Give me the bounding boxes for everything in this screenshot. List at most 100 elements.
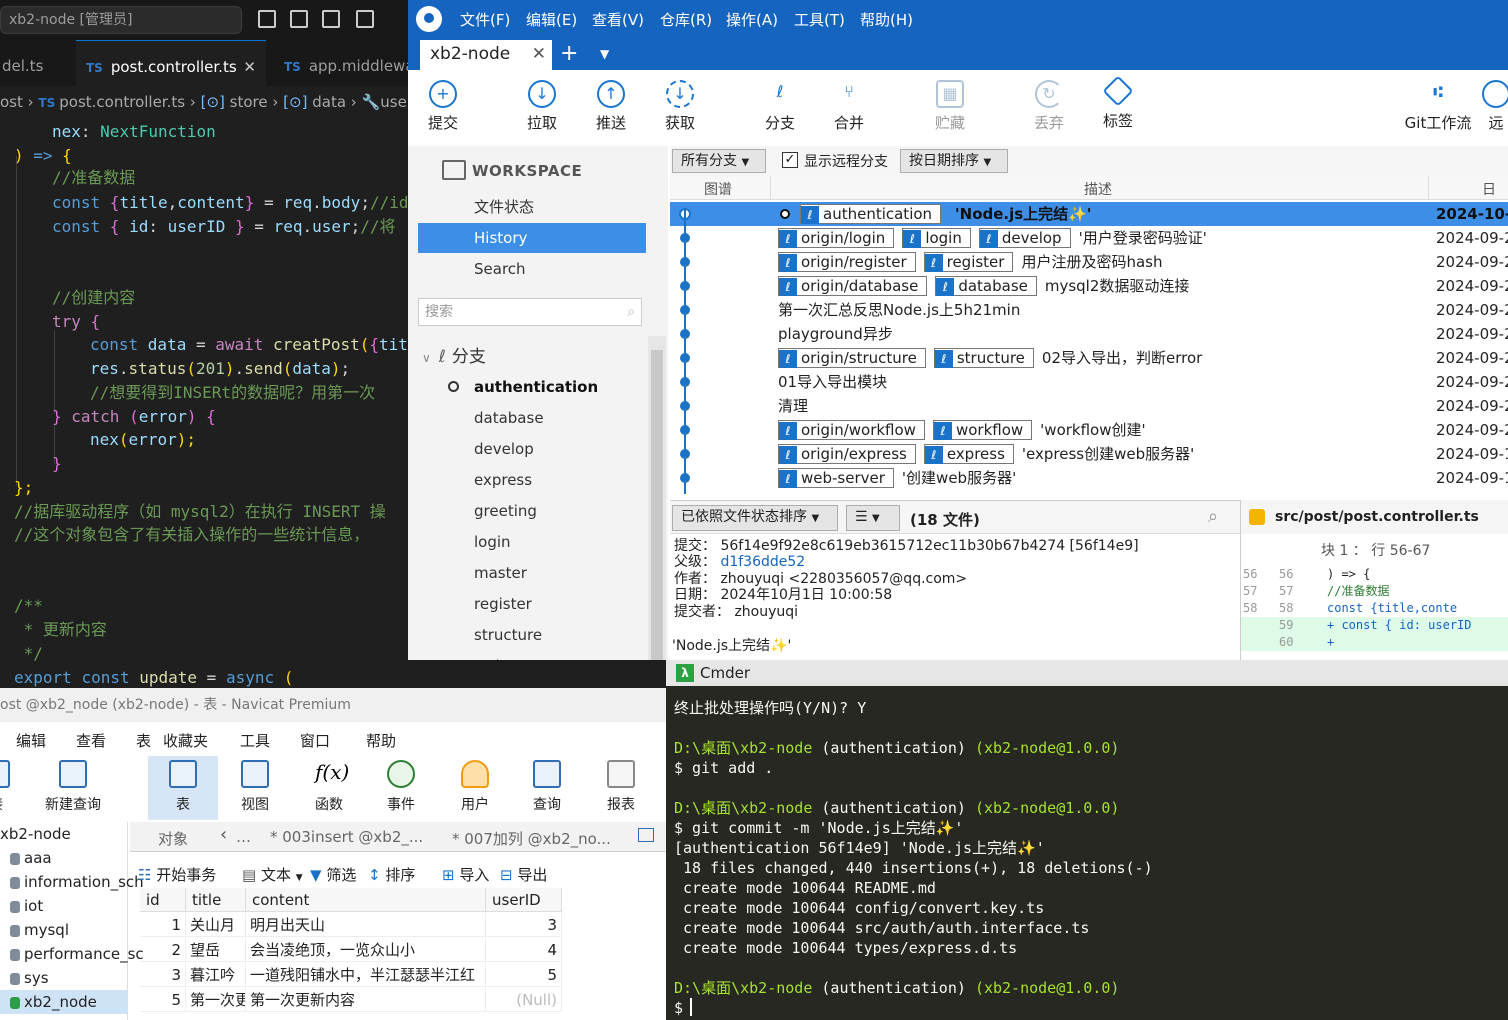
table-cell[interactable]: 3 (486, 913, 562, 937)
branch-label[interactable]: origin/structure (778, 348, 926, 368)
view-mode-dropdown[interactable]: ☰ ▼ (846, 505, 900, 531)
tree-item[interactable]: performance_sc (0, 942, 144, 966)
branch-label[interactable]: login (902, 228, 971, 248)
commit-row[interactable]: 01导入导出模块 2024-09-2 (670, 370, 1508, 394)
git-flow-button[interactable]: ⑆ Git工作流 (1402, 70, 1474, 144)
menu-view[interactable]: 查看 (76, 730, 106, 751)
menu-edit[interactable]: 编辑(E) (526, 0, 577, 40)
branch-label[interactable]: origin/express (778, 444, 916, 464)
export-button[interactable]: ⊟ 导出 (500, 864, 547, 885)
column-header[interactable]: content (246, 888, 486, 912)
commit-row[interactable]: origin/structure structure 02导入导出，判断error 2… (670, 346, 1508, 370)
table-cell[interactable]: 望岳 (186, 938, 246, 962)
branch-item[interactable]: develop (474, 434, 534, 465)
sidebar-item-file-status[interactable]: 文件状态 (418, 192, 646, 222)
commit-row[interactable]: 第一次汇总反思Node.js上5h21min 2024-09-2 (670, 298, 1508, 322)
branch-label[interactable]: structure (933, 348, 1034, 368)
customize-layout-icon[interactable] (356, 10, 374, 28)
branch-item[interactable]: structure (474, 620, 542, 651)
sort-button[interactable]: ↕ 排序 (368, 864, 415, 885)
commit-row[interactable]: 清理 2024-09-2 (670, 394, 1508, 418)
menu-action[interactable]: 操作(A) (726, 0, 778, 40)
search-icon[interactable]: ⌕ (1208, 506, 1218, 527)
code-editor[interactable]: nex: NextFunction ) => { //准备数据 const {t… (0, 118, 410, 690)
branch-label[interactable]: origin/register (778, 252, 916, 272)
sidebar-search-input[interactable]: 搜索 ⌕ (418, 298, 642, 326)
breadcrumb-item[interactable]: post.controller.ts (59, 93, 185, 111)
remote-button[interactable]: 远 (1476, 70, 1508, 144)
tab-007[interactable]: * 007加列 @xb2_no... (452, 828, 611, 849)
chevron-left-icon[interactable]: ‹ (220, 824, 227, 845)
query-button[interactable]: 查询 (514, 756, 580, 820)
table-cell[interactable]: 明月出天山 (246, 913, 486, 937)
commit-row[interactable]: playground异步 2024-09-2 (670, 322, 1508, 346)
branch-label[interactable]: express (923, 444, 1014, 464)
table-cell[interactable]: 3 (140, 963, 186, 987)
tree-item[interactable]: aaa (0, 846, 128, 870)
branch-item[interactable]: register (474, 589, 532, 620)
command-center-search[interactable]: xb2-node [管理员] (0, 6, 242, 34)
report-button[interactable]: 报表 (588, 756, 654, 820)
desc-column-header[interactable]: 描述 (1084, 179, 1112, 199)
view-button[interactable]: 视图 (222, 756, 288, 820)
table-cell[interactable]: 4 (486, 938, 562, 962)
sort-dropdown[interactable]: 按日期排序 ▼ (900, 149, 1008, 173)
branch-item[interactable]: greeting (474, 496, 537, 527)
menu-edit[interactable]: 编辑 (16, 730, 46, 751)
show-remote-checkbox[interactable]: ✓ (782, 152, 798, 168)
breadcrumb-item[interactable]: use (380, 93, 407, 111)
menu-table[interactable]: 表 (136, 730, 151, 751)
branch-label[interactable]: origin/workflow (778, 420, 925, 440)
menu-view[interactable]: 查看(V) (592, 0, 644, 40)
table-cell[interactable]: 第一次更 (186, 988, 246, 1012)
tag-button[interactable]: 标签 (1083, 70, 1153, 144)
branches-header[interactable]: ∨ ℓ 分支 (422, 342, 486, 367)
function-button[interactable]: f(x) 函数 (296, 756, 362, 820)
tree-item[interactable]: mysql (0, 918, 128, 942)
menu-favorites[interactable]: 收藏夹 (163, 730, 208, 751)
tree-item[interactable]: xb2_node (0, 990, 128, 1014)
toggle-secondary-sidebar-icon[interactable] (322, 10, 340, 28)
data-grid[interactable]: id title content userID 1 关山月 明月出天山 3 2 望岳 会当凌绝顶，一… (140, 888, 562, 1020)
branch-label[interactable]: web-server (778, 468, 894, 488)
commit-row[interactable]: origin/database database mysql2数据驱动连接 2024-… (670, 274, 1508, 298)
tab-003insert[interactable]: * 003insert @xb2_... (270, 828, 423, 846)
table-cell[interactable]: 5 (486, 963, 562, 987)
sidebar-item-search[interactable]: Search (418, 254, 646, 284)
parent-link[interactable]: d1f36dde52 (720, 554, 805, 570)
commit-row[interactable]: authentication 'Node.js上完结✨' 2024-10-0 (670, 202, 1508, 226)
toggle-sidebar-icon[interactable] (258, 10, 276, 28)
table-cell[interactable]: 1 (140, 913, 186, 937)
import-button[interactable]: ⊞ 导入 (442, 864, 489, 885)
sidebar-item-history[interactable]: History (418, 223, 646, 253)
menu-repo[interactable]: 仓库(R) (660, 0, 712, 40)
close-icon[interactable]: ✕ (243, 41, 256, 86)
menu-help[interactable]: 帮助 (366, 730, 396, 751)
user-button[interactable]: 用户 (442, 756, 508, 820)
tab-app-middleware[interactable]: TS app.middlewa (274, 40, 410, 86)
table-cell[interactable]: 5 (140, 988, 186, 1012)
branch-label[interactable]: origin/login (778, 228, 895, 248)
push-button[interactable]: ↑ 推送 (576, 70, 646, 144)
toggle-panel-icon[interactable] (290, 10, 308, 28)
column-header[interactable]: title (186, 888, 246, 912)
scrollbar-thumb[interactable] (651, 350, 663, 660)
filter-button[interactable]: ▼ 筛选 (310, 864, 356, 885)
branch-label[interactable]: workflow (932, 420, 1033, 440)
tab-objects[interactable]: 对象 (158, 828, 188, 849)
table-cell[interactable]: 第一次更新内容 (246, 988, 486, 1012)
commit-row[interactable]: web-server '创建web服务器' 2024-09-1 (670, 466, 1508, 490)
commit-row[interactable]: origin/express express 'express创建web服务器' 20… (670, 442, 1508, 466)
new-query-button[interactable]: 新建查询 (40, 756, 106, 820)
menu-tools[interactable]: 工具(T) (794, 0, 845, 40)
chevron-down-icon[interactable]: ▼ (600, 40, 609, 68)
branch-item[interactable]: express (474, 465, 532, 496)
breadcrumb-item[interactable]: ost (0, 93, 23, 111)
branch-label[interactable]: register (923, 252, 1014, 272)
menu-window[interactable]: 窗口 (300, 730, 330, 751)
tree-item[interactable]: iot (0, 894, 128, 918)
tree-item[interactable]: xb2-node (0, 822, 128, 846)
branch-item[interactable]: authentication (474, 372, 598, 403)
fetch-button[interactable]: ↓ 获取 (645, 70, 715, 144)
branch-button[interactable]: ℓ 分支 (745, 70, 815, 144)
